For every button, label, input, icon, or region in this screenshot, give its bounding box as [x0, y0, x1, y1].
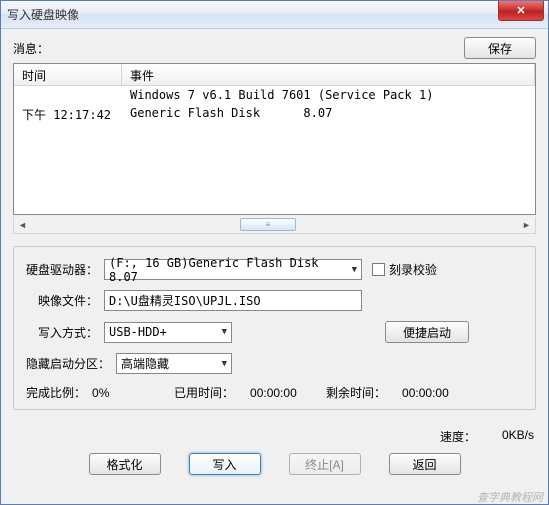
close-icon: ✕: [516, 4, 525, 17]
pct-value: 0%: [92, 386, 168, 400]
titlebar: 写入硬盘映像 ✕: [1, 1, 548, 29]
cell-event: Windows 7 v6.1 Build 7601 (Service Pack …: [122, 88, 535, 102]
list-row[interactable]: Windows 7 v6.1 Build 7601 (Service Pack …: [14, 86, 535, 104]
speed-row: 速度： 0KB/s: [13, 428, 534, 445]
elapsed-value: 00:00:00: [240, 386, 320, 400]
back-button[interactable]: 返回: [389, 453, 461, 475]
quick-boot-button[interactable]: 便捷启动: [385, 321, 469, 343]
scroll-left-arrow-icon[interactable]: ◄: [14, 217, 31, 233]
horizontal-scrollbar[interactable]: ◄ ≡ ►: [13, 217, 536, 234]
cell-time: 下午 12:17:42: [14, 106, 122, 123]
write-button[interactable]: 写入: [189, 453, 261, 475]
abort-button[interactable]: 终止[A]: [289, 453, 361, 475]
list-row[interactable]: 下午 12:17:42 Generic Flash Disk 8.07: [14, 104, 535, 125]
drive-value: (F:, 16 GB)Generic Flash Disk 8.07: [109, 256, 348, 284]
write-disk-image-window: 写入硬盘映像 ✕ 消息： 保存 时间 事件 Windows 7 v6.1 Bui…: [0, 0, 549, 505]
image-path-input[interactable]: [104, 290, 362, 311]
window-title: 写入硬盘映像: [7, 6, 79, 23]
message-list: 时间 事件 Windows 7 v6.1 Build 7601 (Service…: [13, 63, 536, 215]
options-group: 硬盘驱动器： (F:, 16 GB)Generic Flash Disk 8.0…: [13, 246, 536, 410]
header-time[interactable]: 时间: [14, 64, 122, 85]
close-button[interactable]: ✕: [498, 1, 544, 21]
verify-checkbox-wrap[interactable]: 刻录校验: [372, 261, 437, 278]
list-header: 时间 事件: [14, 64, 535, 86]
progress-status-row: 完成比例： 0% 已用时间： 00:00:00 剩余时间： 00:00:00: [26, 384, 523, 401]
cell-time: [14, 88, 122, 102]
speed-label: 速度：: [440, 428, 476, 445]
list-body: Windows 7 v6.1 Build 7601 (Service Pack …: [14, 86, 535, 214]
pct-label: 完成比例：: [26, 384, 86, 401]
messages-label: 消息：: [13, 40, 464, 57]
hide-partition-label: 隐藏启动分区：: [26, 355, 116, 372]
hide-partition-select[interactable]: 高端隐藏 ▼: [116, 353, 232, 374]
verify-checkbox[interactable]: [372, 263, 385, 276]
write-mode-value: USB-HDD+: [109, 325, 167, 339]
elapsed-label: 已用时间：: [174, 384, 234, 401]
footer-buttons: 格式化 写入 终止[A] 返回: [13, 449, 536, 477]
drive-select[interactable]: (F:, 16 GB)Generic Flash Disk 8.07 ▼: [104, 259, 362, 280]
chevron-down-icon: ▼: [218, 359, 227, 369]
header-event[interactable]: 事件: [122, 64, 535, 85]
format-button[interactable]: 格式化: [89, 453, 161, 475]
write-mode-label: 写入方式：: [26, 324, 104, 341]
image-label: 映像文件：: [26, 292, 104, 309]
scroll-track[interactable]: ≡: [31, 217, 518, 233]
write-mode-select[interactable]: USB-HDD+ ▼: [104, 322, 232, 343]
speed-value: 0KB/s: [502, 428, 534, 445]
cell-event: Generic Flash Disk 8.07: [122, 106, 535, 123]
chevron-down-icon: ▼: [348, 265, 357, 275]
chevron-down-icon: ▼: [218, 327, 227, 337]
save-button[interactable]: 保存: [464, 37, 536, 59]
content-area: 消息： 保存 时间 事件 Windows 7 v6.1 Build 7601 (…: [1, 29, 548, 504]
verify-label: 刻录校验: [389, 261, 437, 278]
remain-label: 剩余时间：: [326, 384, 386, 401]
scroll-thumb[interactable]: ≡: [240, 218, 296, 231]
scroll-right-arrow-icon[interactable]: ►: [518, 217, 535, 233]
remain-value: 00:00:00: [392, 386, 449, 400]
drive-label: 硬盘驱动器：: [26, 261, 104, 278]
hide-partition-value: 高端隐藏: [121, 355, 169, 372]
